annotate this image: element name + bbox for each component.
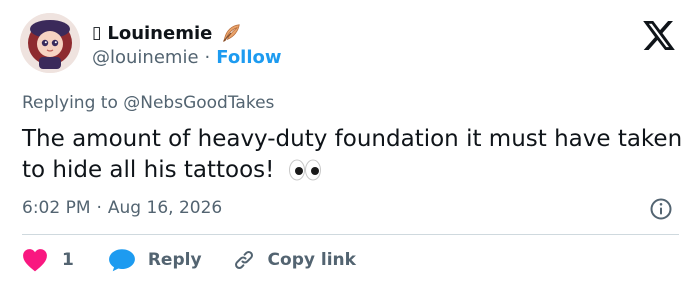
divider [22, 234, 679, 235]
copy-link-button[interactable]: Copy link [232, 248, 356, 272]
info-icon[interactable] [649, 197, 673, 221]
handle-separator: · [204, 47, 211, 68]
heart-icon [23, 249, 47, 272]
timestamp-separator: · [96, 198, 102, 218]
like-button[interactable]: 1 [22, 248, 104, 272]
display-name[interactable]: Louinemie [107, 23, 212, 44]
name-prefix-glyph: ▯ [92, 23, 102, 43]
reply-button[interactable]: Reply [108, 248, 202, 272]
avatar[interactable] [20, 13, 80, 73]
reply-mention-link[interactable]: @NebsGoodTakes [123, 93, 274, 113]
tweet-timestamp[interactable]: 6:02 PM · Aug 16, 2026 [22, 198, 222, 218]
replying-to-prefix: Replying to [22, 93, 118, 113]
reply-label: Reply [147, 250, 202, 270]
follow-button[interactable]: Follow [216, 47, 281, 68]
tweet-time: 6:02 PM [22, 198, 91, 218]
like-count: 1 [62, 250, 74, 270]
reply-bubble-icon [108, 249, 135, 272]
avatar-illustration [20, 13, 80, 73]
x-logo-icon[interactable] [643, 21, 675, 50]
copy-link-label: Copy link [267, 250, 356, 270]
eyes-emoji-icon [289, 159, 322, 181]
link-icon [234, 251, 253, 269]
author-name-row[interactable]: ▯ Louinemie [92, 20, 242, 46]
tweet-date: Aug 16, 2026 [107, 198, 223, 218]
replying-to-line: Replying to @NebsGoodTakes [22, 93, 274, 113]
author-handle[interactable]: @louinemie [92, 47, 199, 68]
handle-row: @louinemie · Follow [92, 47, 282, 68]
tweet-body: The amount of heavy-duty foundation it m… [22, 124, 692, 186]
feather-icon [223, 24, 241, 42]
tweet-text: The amount of heavy-duty foundation it m… [22, 126, 683, 183]
action-bar: 1 Reply Copy link [22, 246, 356, 274]
